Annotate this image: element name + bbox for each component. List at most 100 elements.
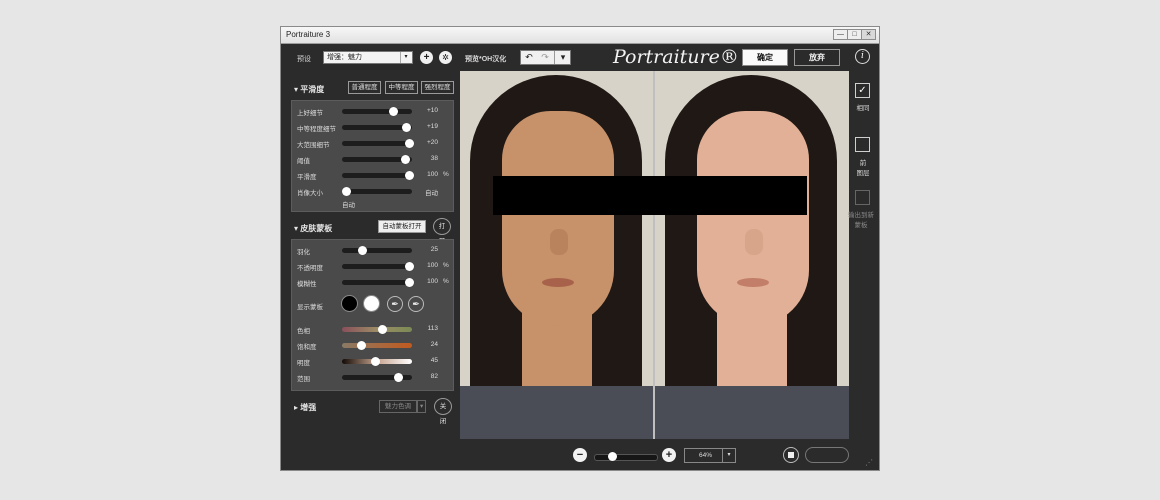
skin-mask-panel: 羽化 25 不透明度 100% 模糊性 100% 显示蒙板 ✒ ✒ 色相 113 饱和度 24 明度 45 范… — [291, 239, 454, 391]
slider-knob[interactable] — [402, 123, 412, 132]
slider-knob[interactable] — [389, 107, 399, 116]
cancel-button[interactable]: 放弃 — [794, 49, 840, 66]
history-dropdown-icon[interactable]: ▾ — [554, 51, 571, 64]
zoom-slider[interactable] — [594, 452, 658, 461]
new-layer-checkbox[interactable] — [855, 137, 870, 152]
enhance-toggle[interactable]: 关闭 — [434, 398, 452, 425]
slider-track[interactable] — [342, 341, 412, 350]
medium-level-button[interactable]: 中等程度 — [385, 81, 418, 94]
title-bar: Portraiture 3 — □ ✕ — [281, 27, 879, 44]
slider-label: 大范围细节 — [297, 142, 330, 149]
minimize-button[interactable]: — — [833, 29, 848, 40]
slider-label: 肖像大小 — [297, 190, 323, 197]
app-logo: Portraiture® 3 — [613, 46, 757, 68]
enhance-section-header[interactable]: ▸ 增强 — [294, 402, 316, 413]
smoothing-section-header[interactable]: ▾ 平滑度 — [294, 84, 324, 95]
enhance-preset-value: 魅力色调 — [385, 403, 411, 410]
slider-label: 平滑度 — [297, 174, 317, 181]
resize-grip-icon[interactable]: ⋰ — [865, 458, 875, 468]
slider-track[interactable] — [342, 107, 412, 116]
history-controls: ↶ ↷ ▾ — [520, 50, 571, 65]
slider-track[interactable] — [342, 155, 412, 164]
view-mode-button[interactable] — [783, 447, 799, 463]
slider-track[interactable] — [342, 325, 412, 334]
zoom-select[interactable]: 64% ▾ — [684, 448, 736, 463]
slider-value: 24 — [430, 341, 438, 348]
slider-unit: % — [443, 262, 449, 269]
skin-mask-title: 皮肤蒙板 — [300, 224, 333, 233]
slider-track[interactable] — [342, 262, 414, 271]
slider-label: 阈值 — [297, 158, 310, 165]
slider-track[interactable] — [342, 246, 412, 255]
maximize-button[interactable]: □ — [847, 29, 862, 40]
slider-track[interactable] — [341, 187, 412, 196]
slider-knob[interactable] — [404, 171, 414, 180]
slider-knob[interactable] — [394, 373, 403, 382]
skin-mask-section-header[interactable]: ▾ 皮肤蒙板 — [294, 223, 332, 234]
eyedropper-icon[interactable]: ✒ — [387, 296, 403, 312]
eyedropper-plus-icon[interactable]: ✒ — [408, 296, 424, 312]
chevron-down-icon: ▾ — [400, 52, 411, 63]
enhance-preset-select[interactable]: 魅力色调 — [379, 400, 417, 413]
slider-row: 不透明度 100% — [297, 261, 452, 273]
enhance-preset-arrow-icon[interactable]: ▾ — [417, 400, 426, 413]
slider-label: 中等程度细节 — [297, 126, 336, 133]
auto-mask-button[interactable]: 自动蒙板打开 — [378, 220, 426, 233]
slider-track[interactable] — [342, 171, 414, 180]
slider-knob[interactable] — [377, 325, 387, 334]
portraiture-window: Portraiture 3 — □ ✕ 预设 增强：魅力 ▾ + ✲ 预览*OH… — [280, 26, 880, 471]
redo-icon[interactable]: ↷ — [537, 51, 553, 64]
slider-knob[interactable] — [341, 187, 351, 196]
enhance-title: 增强 — [300, 403, 317, 412]
slider-label: 上好细节 — [297, 110, 323, 117]
zoom-in-button[interactable]: + — [662, 448, 676, 462]
slider-track[interactable] — [342, 123, 412, 132]
slider-value: 113 — [427, 325, 438, 332]
add-preset-button[interactable]: + — [420, 51, 433, 64]
slider-row: 饱和度 24 — [297, 340, 452, 352]
slider-label: 羽化 — [297, 249, 310, 256]
split-divider[interactable] — [653, 71, 655, 439]
white-swatch[interactable] — [363, 295, 380, 312]
slider-row: 羽化 25 — [297, 245, 452, 257]
same-label: 相同 — [856, 105, 870, 112]
before-photo — [460, 71, 654, 439]
gear-icon[interactable]: ✲ — [439, 51, 452, 64]
square-icon — [788, 452, 794, 458]
close-button[interactable]: ✕ — [861, 29, 876, 40]
slider-knob[interactable] — [404, 278, 414, 287]
ok-button[interactable]: 确定 — [742, 49, 788, 66]
slider-track[interactable] — [342, 278, 414, 287]
slider-knob[interactable] — [404, 139, 414, 148]
preset-select[interactable]: 增强：魅力 ▾ — [323, 51, 413, 64]
slider-knob[interactable] — [370, 357, 380, 366]
slider-value: 自动 — [425, 190, 438, 197]
slider-knob[interactable] — [356, 341, 366, 350]
zoom-out-button[interactable]: − — [573, 448, 587, 462]
slider-track[interactable] — [342, 139, 414, 148]
output-mask-checkbox[interactable] — [855, 190, 870, 205]
slider-track[interactable] — [342, 357, 412, 366]
slider-unit: % — [443, 278, 449, 285]
slider-label: 饱和度 — [297, 344, 317, 351]
zoom-slider-knob[interactable] — [608, 452, 618, 461]
undo-icon[interactable]: ↶ — [521, 51, 537, 64]
strong-level-button[interactable]: 强烈程度 — [421, 81, 454, 94]
skin-mask-toggle[interactable]: 打开 — [433, 218, 451, 245]
normal-level-button[interactable]: 普通程度 — [348, 81, 381, 94]
image-viewer[interactable] — [460, 71, 849, 439]
slider-value: +19 — [426, 123, 438, 130]
same-checkbox[interactable]: ✓ — [855, 83, 870, 98]
slider-row: 阈值 38 — [297, 154, 452, 166]
slider-knob[interactable] — [401, 155, 410, 164]
slider-knob[interactable] — [404, 262, 414, 271]
preset-value: 增强：魅力 — [327, 54, 362, 61]
slider-row: 明度 45 — [297, 356, 452, 368]
slider-value: 100 — [427, 278, 438, 285]
split-view-toggle[interactable] — [805, 447, 849, 463]
slider-row: 模糊性 100% — [297, 277, 452, 289]
slider-knob[interactable] — [357, 246, 367, 255]
info-icon[interactable]: i — [855, 49, 870, 64]
slider-track[interactable] — [342, 373, 412, 382]
black-swatch[interactable] — [341, 295, 358, 312]
